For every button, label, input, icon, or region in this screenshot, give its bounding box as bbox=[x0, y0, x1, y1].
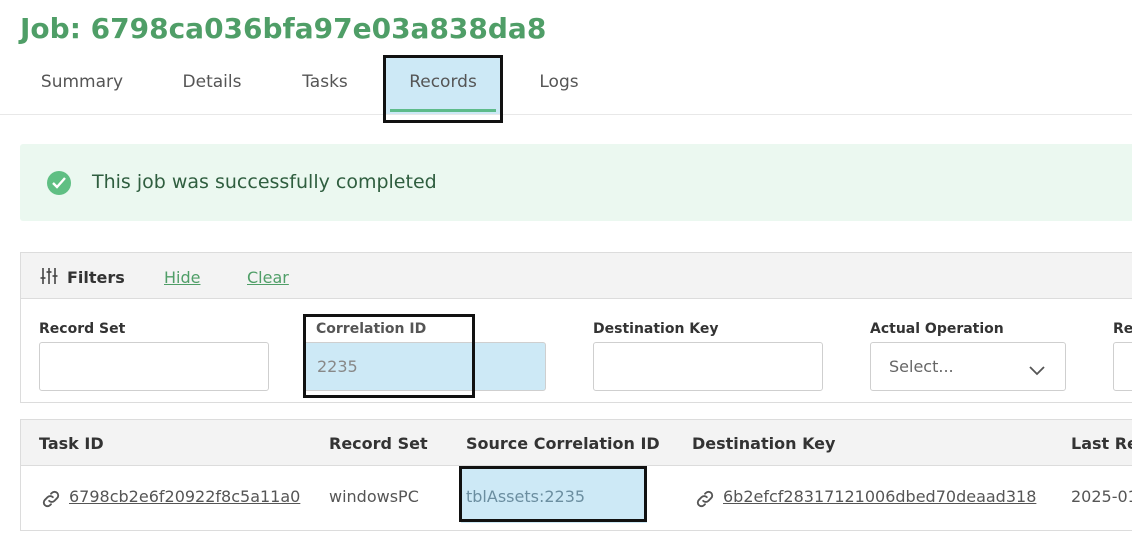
correlation-id-input[interactable] bbox=[303, 342, 546, 391]
clear-filters-link[interactable]: Clear bbox=[247, 268, 289, 287]
column-header-source-correlation-id[interactable]: Source Correlation ID bbox=[466, 434, 660, 453]
filters-title: Filters bbox=[67, 268, 125, 287]
record-set-input[interactable] bbox=[39, 342, 269, 391]
tab-tasks[interactable]: Tasks bbox=[288, 56, 362, 114]
tab-bar: Summary Details Tasks Records Logs bbox=[0, 56, 1132, 115]
tab-logs[interactable]: Logs bbox=[526, 56, 592, 114]
correlation-id-label: Correlation ID bbox=[316, 321, 427, 337]
last-cell: 2025-01 bbox=[1071, 487, 1132, 506]
column-header-task-id[interactable]: Task ID bbox=[39, 434, 104, 453]
tab-records[interactable]: Records bbox=[386, 56, 500, 114]
hide-filters-link[interactable]: Hide bbox=[164, 268, 200, 287]
tab-details[interactable]: Details bbox=[166, 56, 258, 114]
records-table: Task ID Record Set Source Correlation ID… bbox=[20, 419, 1132, 531]
filters-panel: Filters Hide Clear Record Set Correlatio… bbox=[20, 252, 1132, 403]
link-icon bbox=[694, 488, 716, 514]
alert-message: This job was successfully completed bbox=[92, 171, 437, 193]
chevron-down-icon bbox=[1029, 361, 1045, 380]
sliders-icon bbox=[40, 267, 58, 289]
filters-header: Filters Hide Clear bbox=[21, 253, 1132, 299]
table-header: Task ID Record Set Source Correlation ID… bbox=[21, 420, 1132, 466]
record-set-cell: windowsPC bbox=[329, 487, 419, 506]
actual-operation-label: Actual Operation bbox=[870, 321, 1004, 337]
column-header-record-set[interactable]: Record Set bbox=[329, 434, 428, 453]
destination-key-label: Destination Key bbox=[593, 321, 719, 337]
link-icon bbox=[40, 488, 62, 514]
check-circle-icon bbox=[47, 171, 71, 195]
partial-filter-label: Re bbox=[1113, 321, 1132, 337]
destination-key-input[interactable] bbox=[593, 342, 823, 391]
task-id-link[interactable]: 6798cb2e6f20922f8c5a11a0 bbox=[69, 487, 300, 506]
page-title: Job: 6798ca036bfa97e03a838da8 bbox=[20, 12, 547, 45]
column-header-destination-key[interactable]: Destination Key bbox=[692, 434, 835, 453]
success-alert: This job was successfully completed bbox=[20, 144, 1132, 221]
column-header-last[interactable]: Last Re bbox=[1071, 434, 1132, 453]
record-set-label: Record Set bbox=[39, 321, 126, 337]
actual-operation-select[interactable]: Select... bbox=[870, 342, 1066, 391]
source-correlation-id-cell: tblAssets:2235 bbox=[466, 487, 586, 506]
tab-summary[interactable]: Summary bbox=[26, 56, 138, 114]
destination-key-link[interactable]: 6b2efcf28317121006dbed70deaad318 bbox=[723, 487, 1036, 506]
actual-operation-placeholder: Select... bbox=[889, 357, 954, 376]
partial-filter-input[interactable] bbox=[1113, 342, 1132, 391]
